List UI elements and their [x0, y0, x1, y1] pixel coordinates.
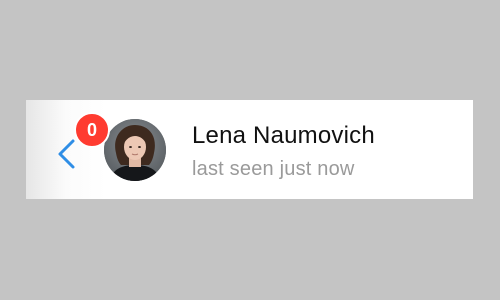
back-button[interactable]	[54, 138, 82, 170]
chat-header-bar: 0 Lena Naumovich last seen just now	[26, 100, 473, 199]
contact-photo	[104, 119, 166, 181]
avatar[interactable]	[104, 119, 166, 181]
last-seen-status: last seen just now	[192, 158, 355, 180]
contact-name[interactable]: Lena Naumovich	[192, 122, 375, 150]
chevron-left-icon	[58, 139, 75, 169]
unread-badge: 0	[74, 112, 110, 148]
